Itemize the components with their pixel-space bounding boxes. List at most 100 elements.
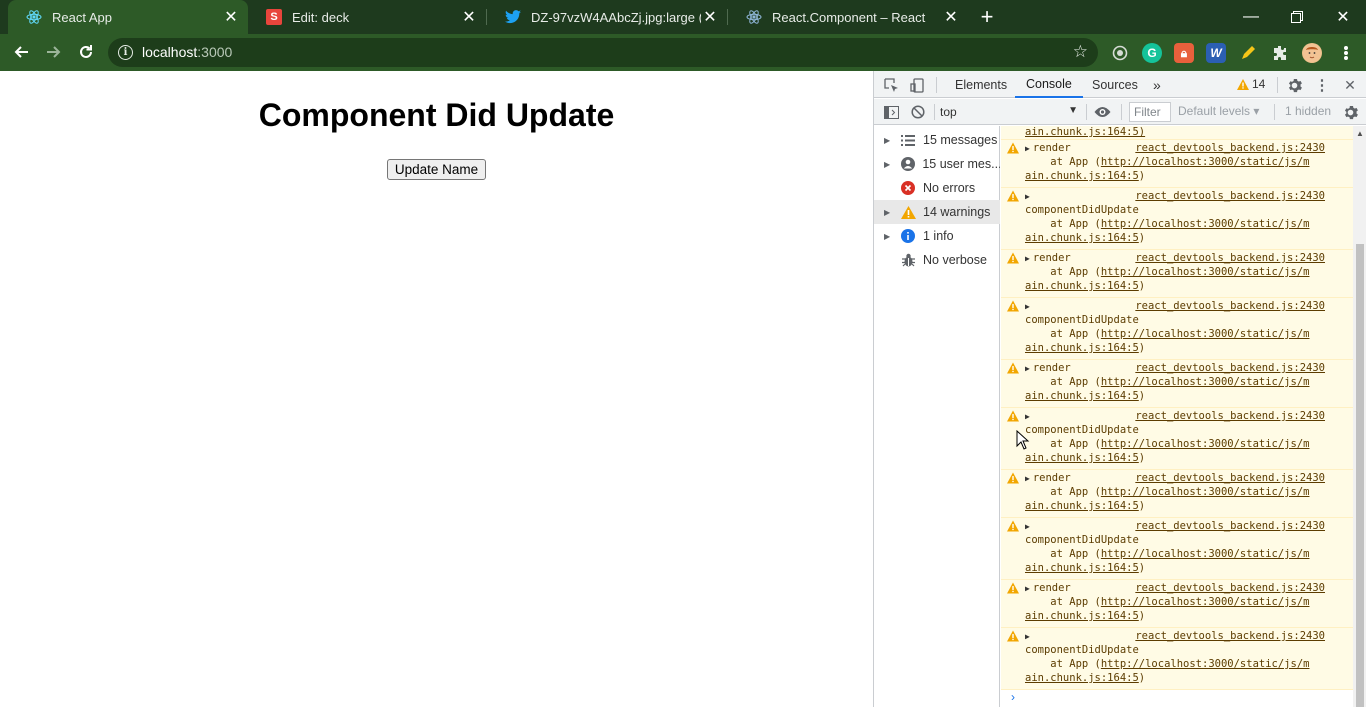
settings-gear-icon[interactable] bbox=[1285, 76, 1303, 94]
sidebar-item-messages[interactable]: ▶ 15 messages bbox=[874, 128, 1000, 152]
stack-link[interactable]: http://localhost:3000/static/js/m bbox=[1101, 548, 1310, 560]
extension-w-icon[interactable]: W bbox=[1206, 43, 1226, 63]
devtools-menu-icon[interactable]: ⋮ bbox=[1313, 76, 1331, 94]
close-icon[interactable]: ✕ bbox=[942, 8, 960, 26]
stack-link[interactable]: http://localhost:3000/static/js/m bbox=[1101, 658, 1310, 670]
info-icon[interactable]: i bbox=[118, 45, 133, 60]
stack-link[interactable]: http://localhost:3000/static/js/m bbox=[1101, 486, 1310, 498]
sidebar-item-info[interactable]: ▶ 1 info bbox=[874, 224, 1000, 248]
context-selector[interactable]: top ▼ bbox=[940, 102, 1080, 122]
stack-link[interactable]: http://localhost:3000/static/js/m bbox=[1101, 376, 1310, 388]
console-warning-message[interactable]: react_devtools_backend.js:2430 ▶ render at… bbox=[1001, 580, 1353, 628]
tab-console[interactable]: Console bbox=[1015, 71, 1083, 98]
update-name-button[interactable]: Update Name bbox=[387, 159, 486, 180]
expand-triangle-icon[interactable]: ▶ bbox=[1025, 144, 1030, 153]
expand-triangle-icon[interactable]: ▶ bbox=[1025, 302, 1030, 311]
minimize-button[interactable]: — bbox=[1228, 0, 1274, 34]
console-warning-message[interactable]: react_devtools_backend.js:2430 ▶ render at… bbox=[1001, 250, 1353, 298]
expand-triangle-icon[interactable]: ▶ bbox=[884, 232, 898, 241]
console-warning-message[interactable]: react_devtools_backend.js:2430 ▶ component… bbox=[1001, 518, 1353, 580]
expand-triangle-icon[interactable]: ▶ bbox=[1025, 522, 1030, 531]
log-levels-dropdown[interactable]: Default levels ▾ bbox=[1178, 104, 1259, 118]
stack-link[interactable]: http://localhost:3000/static/js/m bbox=[1101, 328, 1310, 340]
console-warning-message[interactable]: react_devtools_backend.js:2430 ▶ render at… bbox=[1001, 470, 1353, 518]
warning-count-badge[interactable]: 14 bbox=[1237, 77, 1265, 91]
pencil-extension-icon[interactable] bbox=[1238, 43, 1258, 63]
console-warning-message[interactable]: react_devtools_backend.js:2430 ▶ render at… bbox=[1001, 360, 1353, 408]
new-tab-button[interactable]: + bbox=[975, 4, 999, 29]
console-warning-message[interactable]: react_devtools_backend.js:2430 ▶ component… bbox=[1001, 188, 1353, 250]
source-link[interactable]: react_devtools_backend.js:2430 bbox=[1135, 300, 1325, 312]
stack-link[interactable]: http://localhost:3000/static/js/m bbox=[1101, 438, 1310, 450]
tab-react-app[interactable]: React App ✕ bbox=[8, 0, 248, 34]
source-link[interactable]: react_devtools_backend.js:2430 bbox=[1135, 520, 1325, 532]
scroll-up-arrow-icon[interactable]: ▲ bbox=[1356, 129, 1364, 138]
scrollbar-thumb[interactable] bbox=[1356, 244, 1364, 707]
source-link[interactable]: react_devtools_backend.js:2430 bbox=[1135, 252, 1325, 264]
source-link[interactable]: react_devtools_backend.js:2430 bbox=[1135, 630, 1325, 642]
close-icon[interactable]: ✕ bbox=[701, 8, 719, 26]
address-bar[interactable]: i localhost:3000 ☆ bbox=[108, 38, 1098, 67]
stack-link[interactable]: ain.chunk.js:164:5 bbox=[1025, 562, 1139, 574]
expand-triangle-icon[interactable]: ▶ bbox=[1025, 584, 1030, 593]
source-link[interactable]: react_devtools_backend.js:2430 bbox=[1135, 472, 1325, 484]
sidebar-item-user-messages[interactable]: ▶ 15 user mes... bbox=[874, 152, 1000, 176]
stack-link[interactable]: ain.chunk.js:164:5) bbox=[1025, 126, 1145, 138]
stack-link[interactable]: ain.chunk.js:164:5 bbox=[1025, 232, 1139, 244]
reload-button[interactable] bbox=[74, 40, 98, 64]
console-warning-message[interactable]: react_devtools_backend.js:2430 ▶ component… bbox=[1001, 408, 1353, 470]
console-warning-message[interactable]: react_devtools_backend.js:2430 ▶ component… bbox=[1001, 298, 1353, 360]
sidebar-toggle-icon[interactable] bbox=[882, 103, 900, 121]
source-link[interactable]: react_devtools_backend.js:2430 bbox=[1135, 190, 1325, 202]
stack-link[interactable]: ain.chunk.js:164:5 bbox=[1025, 390, 1139, 402]
tab-twitter-image[interactable]: DZ-97vzW4AAbcZj.jpg:large (167 ✕ bbox=[487, 0, 727, 34]
close-icon[interactable]: ✕ bbox=[222, 8, 240, 26]
inspect-element-icon[interactable] bbox=[882, 76, 900, 94]
sidebar-item-verbose[interactable]: No verbose bbox=[874, 248, 1000, 272]
extension-lock-icon[interactable]: 🔒︎ bbox=[1174, 43, 1194, 63]
extension-circle-icon[interactable] bbox=[1110, 43, 1130, 63]
tab-sources[interactable]: Sources bbox=[1092, 71, 1138, 98]
tab-edit-deck[interactable]: S Edit: deck ✕ bbox=[248, 0, 486, 34]
expand-triangle-icon[interactable]: ▶ bbox=[884, 136, 898, 145]
expand-triangle-icon[interactable]: ▶ bbox=[884, 208, 898, 217]
console-prompt[interactable]: › bbox=[1001, 690, 1353, 707]
expand-triangle-icon[interactable]: ▶ bbox=[1025, 192, 1030, 201]
forward-button[interactable] bbox=[42, 40, 66, 64]
sidebar-item-errors[interactable]: No errors bbox=[874, 176, 1000, 200]
tab-elements[interactable]: Elements bbox=[955, 71, 1007, 98]
expand-triangle-icon[interactable]: ▶ bbox=[884, 160, 898, 169]
stack-link[interactable]: ain.chunk.js:164:5 bbox=[1025, 610, 1139, 622]
stack-link[interactable]: ain.chunk.js:164:5 bbox=[1025, 452, 1139, 464]
expand-triangle-icon[interactable]: ▶ bbox=[1025, 254, 1030, 263]
grammarly-icon[interactable]: G bbox=[1142, 43, 1162, 63]
live-expression-eye-icon[interactable] bbox=[1093, 103, 1111, 121]
expand-triangle-icon[interactable]: ▶ bbox=[1025, 632, 1030, 641]
extensions-puzzle-icon[interactable] bbox=[1270, 43, 1290, 63]
stack-link[interactable]: http://localhost:3000/static/js/m bbox=[1101, 218, 1310, 230]
expand-triangle-icon[interactable]: ▶ bbox=[1025, 474, 1030, 483]
stack-link[interactable]: ain.chunk.js:164:5 bbox=[1025, 170, 1139, 182]
stack-link[interactable]: ain.chunk.js:164:5 bbox=[1025, 342, 1139, 354]
stack-link[interactable]: ain.chunk.js:164:5 bbox=[1025, 280, 1139, 292]
console-warning-message[interactable]: react_devtools_backend.js:2430 ▶ component… bbox=[1001, 628, 1353, 690]
tab-react-component-docs[interactable]: React.Component – React ✕ bbox=[728, 0, 968, 34]
expand-triangle-icon[interactable]: ▶ bbox=[1025, 364, 1030, 373]
stack-link[interactable]: http://localhost:3000/static/js/m bbox=[1101, 596, 1310, 608]
browser-menu-icon[interactable] bbox=[1336, 42, 1356, 64]
stack-link[interactable]: ain.chunk.js:164:5 bbox=[1025, 500, 1139, 512]
console-filter-input[interactable]: Filter bbox=[1129, 102, 1171, 122]
close-devtools-icon[interactable]: ✕ bbox=[1341, 76, 1359, 94]
device-toolbar-icon[interactable] bbox=[908, 76, 926, 94]
close-icon[interactable]: ✕ bbox=[460, 8, 478, 26]
source-link[interactable]: react_devtools_backend.js:2430 bbox=[1135, 582, 1325, 594]
source-link[interactable]: react_devtools_backend.js:2430 bbox=[1135, 362, 1325, 374]
source-link[interactable]: react_devtools_backend.js:2430 bbox=[1135, 142, 1325, 154]
stack-link[interactable]: ain.chunk.js:164:5 bbox=[1025, 672, 1139, 684]
console-warning-message[interactable]: react_devtools_backend.js:2430 ▶ render at… bbox=[1001, 140, 1353, 188]
more-tabs-chevron-icon[interactable]: » bbox=[1153, 71, 1161, 98]
restore-button[interactable] bbox=[1274, 0, 1320, 34]
close-window-button[interactable]: ✕ bbox=[1320, 0, 1366, 34]
stack-link[interactable]: http://localhost:3000/static/js/m bbox=[1101, 156, 1310, 168]
source-link[interactable]: react_devtools_backend.js:2430 bbox=[1135, 410, 1325, 422]
